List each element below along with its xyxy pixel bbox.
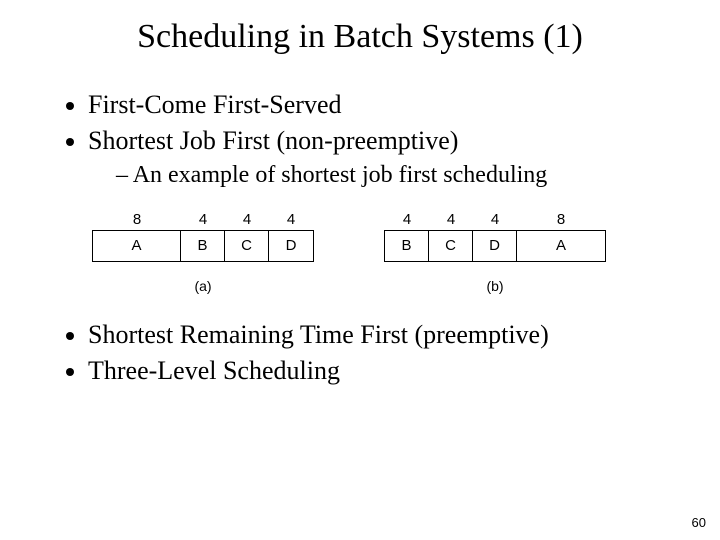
schedule-chart: 4448BCDA(b) (384, 211, 606, 294)
job-cell: A (517, 231, 605, 261)
job-cell: B (385, 231, 429, 261)
chart-caption: (a) (194, 278, 211, 294)
duration-cell: 4 (181, 211, 225, 230)
duration-cell: 4 (225, 211, 269, 230)
sub-bullet-list: An example of shortest job first schedul… (88, 162, 672, 189)
duration-cell: 8 (517, 211, 605, 230)
chart-caption: (b) (486, 278, 503, 294)
bullet-list-2: Shortest Remaining Time First (preemptiv… (48, 320, 672, 386)
bullet-srtf: Shortest Remaining Time First (preemptiv… (88, 320, 672, 350)
duration-cell: 4 (269, 211, 313, 230)
schedule-chart: 8444ABCD(a) (92, 211, 314, 294)
bullet-sjf-label: Shortest Job First (non-preemptive) (88, 126, 458, 155)
duration-row: 4448 (385, 211, 605, 230)
job-cell: B (181, 231, 225, 261)
sub-bullet-example: An example of shortest job first schedul… (116, 162, 672, 189)
sjf-diagram: 8444ABCD(a)4448BCDA(b) (92, 211, 672, 294)
job-cell: C (429, 231, 473, 261)
duration-cell: 4 (429, 211, 473, 230)
job-cell: C (225, 231, 269, 261)
bullet-fcfs: First-Come First-Served (88, 90, 672, 120)
job-cell: D (269, 231, 313, 261)
duration-cell: 4 (473, 211, 517, 230)
job-cell: A (93, 231, 181, 261)
bullet-list: First-Come First-Served Shortest Job Fir… (48, 90, 672, 189)
job-cell: D (473, 231, 517, 261)
job-row: ABCD (92, 230, 314, 262)
job-row: BCDA (384, 230, 606, 262)
bullet-sjf: Shortest Job First (non-preemptive) An e… (88, 126, 672, 189)
duration-row: 8444 (93, 211, 313, 230)
duration-cell: 4 (385, 211, 429, 230)
slide-title: Scheduling in Batch Systems (1) (48, 18, 672, 56)
bullet-three-level: Three-Level Scheduling (88, 356, 672, 386)
page-number: 60 (692, 515, 706, 530)
duration-cell: 8 (93, 211, 181, 230)
